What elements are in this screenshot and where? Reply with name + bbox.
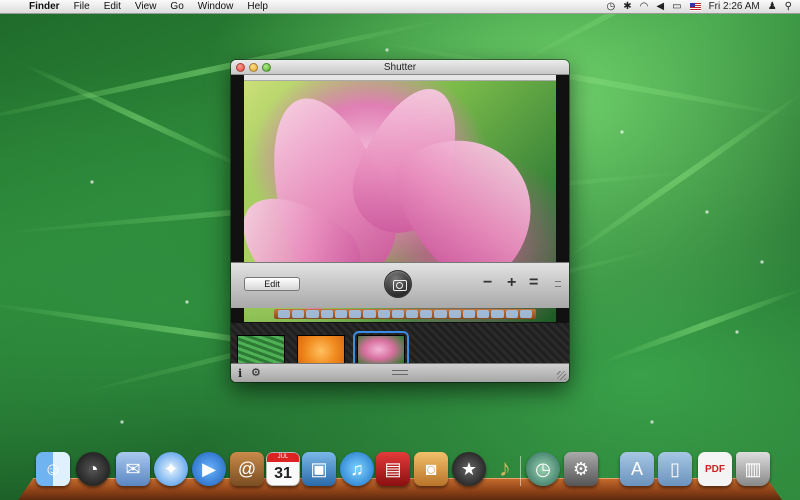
photo-booth-icon[interactable]: ▤ — [376, 452, 410, 486]
menu-finder[interactable]: Finder — [22, 0, 67, 14]
menu-window[interactable]: Window — [191, 0, 241, 14]
user-icon[interactable]: ♟ — [768, 0, 777, 14]
menu-help[interactable]: Help — [240, 0, 275, 14]
capture-toolbar: Edit − + = — [231, 262, 569, 308]
info-icon[interactable]: i — [238, 367, 242, 380]
volume-icon[interactable]: ◀ — [656, 0, 664, 14]
dock: ☺ ◔ ✉ ✦ ▶ @ JUL 31 ▣ ♫ ▤ ◙ ★ ♪ ◷ ⚙ A ▯ P… — [36, 452, 776, 492]
calendar-day: 31 — [274, 464, 292, 482]
trash-icon[interactable]: ▥ — [736, 452, 770, 486]
time-machine-icon[interactable]: ◷ — [526, 452, 560, 486]
iphoto-icon[interactable]: ▣ — [302, 452, 336, 486]
mail-icon[interactable]: ✉ — [116, 452, 150, 486]
dock-separator — [520, 456, 521, 486]
edit-button[interactable]: Edit — [244, 277, 300, 291]
time-machine-status-icon[interactable]: ◷ — [607, 0, 616, 14]
system-preferences-icon[interactable]: ⚙ — [564, 452, 598, 486]
zoom-button[interactable] — [262, 63, 271, 72]
applications-folder-icon[interactable]: A — [620, 452, 654, 486]
garageband-icon[interactable]: ♪ — [488, 452, 522, 486]
menu-extras: ◷ ✱ ◠ ◀ ▭ Fri 2:26 AM ♟ ⚲ — [607, 0, 800, 14]
capture-camera-button[interactable] — [384, 270, 412, 298]
itunes-icon[interactable]: ♫ — [340, 452, 374, 486]
resize-handle-icon[interactable] — [557, 371, 566, 380]
input-source-flag-icon[interactable] — [689, 2, 701, 11]
drag-handle-icon[interactable] — [392, 370, 408, 375]
menu-edit[interactable]: Edit — [97, 0, 128, 14]
address-book-icon[interactable]: @ — [230, 452, 264, 486]
finder-icon[interactable]: ☺ — [36, 452, 70, 486]
window-titlebar[interactable]: Shutter — [231, 60, 569, 75]
calendar-month: JUL — [267, 453, 299, 462]
preview-dock — [274, 309, 536, 319]
facetime-icon[interactable]: ▶ — [192, 452, 226, 486]
documents-folder-icon[interactable]: ▯ — [658, 452, 692, 486]
ical-icon[interactable]: JUL 31 — [266, 452, 300, 486]
battery-icon[interactable]: ▭ — [672, 0, 681, 14]
minimize-button[interactable] — [249, 63, 258, 72]
safari-icon[interactable]: ✦ — [154, 452, 188, 486]
wifi-icon[interactable]: ◠ — [640, 0, 649, 14]
pdf-document-icon[interactable]: PDF — [698, 452, 732, 486]
preview-menubar — [244, 75, 556, 81]
shutter-window: Shutter Edit − + = i ⚙ — [231, 60, 569, 382]
imovie-icon[interactable]: ★ — [452, 452, 486, 486]
menu-file[interactable]: File — [67, 0, 97, 14]
close-button[interactable] — [236, 63, 245, 72]
image-capture-icon[interactable]: ◙ — [414, 452, 448, 486]
menubar-clock[interactable]: Fri 2:26 AM — [709, 0, 760, 14]
window-title: Shutter — [383, 61, 417, 73]
spotlight-search-icon[interactable]: ⚲ — [785, 0, 792, 14]
toolbar-grip-icon[interactable] — [555, 281, 561, 287]
menu-go[interactable]: Go — [163, 0, 190, 14]
zoom-out-button[interactable]: − — [483, 274, 492, 292]
menu-bar: Finder File Edit View Go Window Help ◷ ✱… — [0, 0, 800, 14]
gear-icon[interactable]: ⚙ — [251, 366, 261, 379]
zoom-in-button[interactable]: + — [507, 274, 516, 292]
menu-view[interactable]: View — [128, 0, 164, 14]
bluetooth-icon[interactable]: ✱ — [623, 0, 631, 14]
window-statusbar: i ⚙ — [231, 363, 569, 382]
window-controls — [236, 63, 271, 72]
actual-size-button[interactable]: = — [529, 274, 538, 292]
dashboard-icon[interactable]: ◔ — [76, 452, 110, 486]
